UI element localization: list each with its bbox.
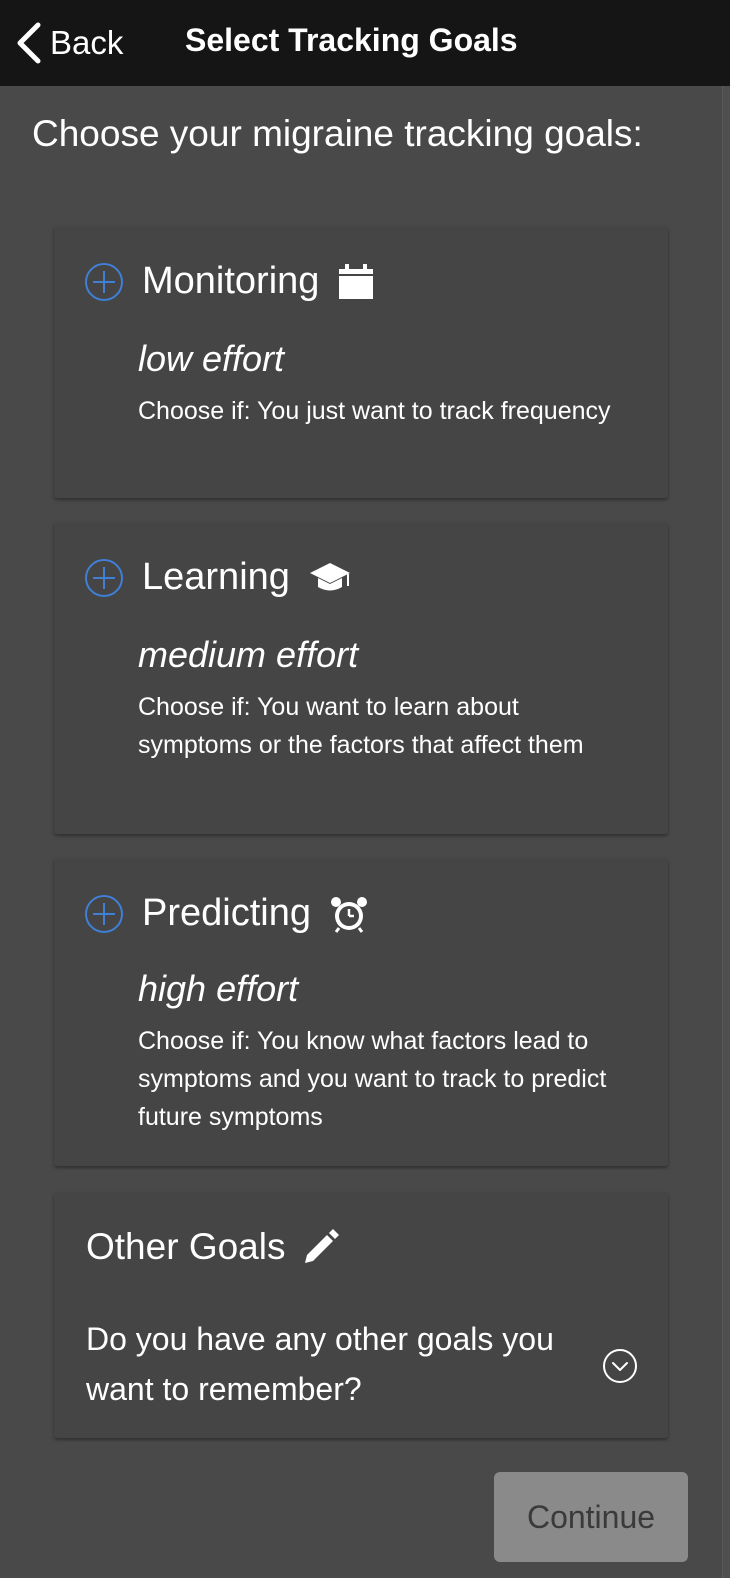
effort-level: high effort bbox=[138, 968, 299, 1009]
goal-title: Predicting bbox=[142, 892, 311, 934]
section-heading: Choose your migraine tracking goals: bbox=[32, 113, 643, 154]
continue-button[interactable]: Continue bbox=[494, 1472, 688, 1562]
page-title: Select Tracking Goals bbox=[185, 22, 518, 58]
chevron-down-circle-icon[interactable] bbox=[602, 1348, 638, 1384]
goal-card-learning[interactable]: Learning medium effort Choose if: You wa… bbox=[54, 522, 668, 834]
goal-title: Learning bbox=[142, 556, 290, 598]
effort-level: low effort bbox=[138, 338, 285, 379]
calendar-icon bbox=[339, 263, 374, 299]
goal-description: Choose if: You know what factors lead to… bbox=[138, 1027, 607, 1131]
other-goals-card[interactable]: Other Goals Do you have any other goals … bbox=[54, 1192, 668, 1438]
add-circle-icon[interactable] bbox=[84, 894, 124, 934]
pencil-icon bbox=[305, 1229, 340, 1263]
alarm-clock-icon bbox=[330, 896, 367, 933]
other-goals-title: Other Goals bbox=[86, 1226, 286, 1267]
goal-header: Monitoring bbox=[84, 260, 375, 303]
back-label: Back bbox=[50, 24, 124, 61]
back-button[interactable]: Back bbox=[14, 20, 123, 66]
goal-description: Choose if: You want to learn about sympt… bbox=[138, 693, 584, 759]
add-circle-icon[interactable] bbox=[84, 262, 124, 302]
graduation-cap-icon bbox=[309, 562, 350, 590]
goal-card-predicting[interactable]: Predicting high effort Choose if: You kn… bbox=[54, 858, 668, 1166]
goal-card-monitoring[interactable]: Monitoring low effort Choose if: You jus… bbox=[54, 226, 668, 498]
goal-header: Predicting bbox=[84, 892, 369, 935]
navigation-bar: Back Select Tracking Goals bbox=[0, 0, 730, 86]
chevron-left-icon bbox=[17, 22, 41, 64]
add-circle-icon[interactable] bbox=[84, 558, 124, 598]
goal-title: Monitoring bbox=[142, 260, 320, 302]
other-goals-header: Other Goals bbox=[86, 1226, 341, 1268]
effort-level: medium effort bbox=[138, 634, 359, 675]
goal-description: Choose if: You just want to track freque… bbox=[138, 397, 611, 425]
goal-header: Learning bbox=[84, 556, 352, 599]
scrollbar-track bbox=[722, 86, 730, 1578]
other-goals-question: Do you have any other goals you want to … bbox=[86, 1321, 554, 1407]
